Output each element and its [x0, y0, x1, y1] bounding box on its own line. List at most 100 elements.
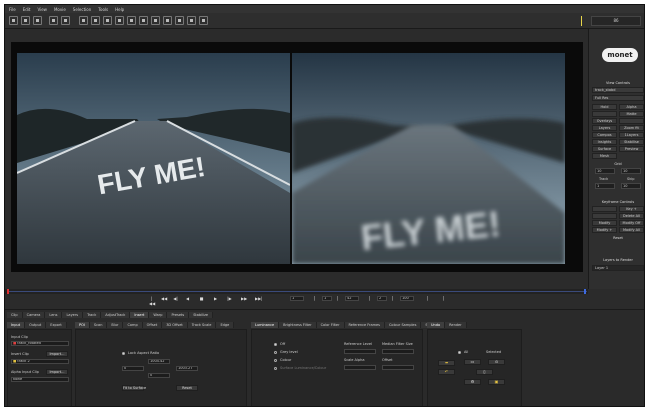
view-zoom-fit-button[interactable]: Zoom fit — [619, 125, 644, 131]
delete-all-button[interactable]: Delete All — [619, 213, 644, 219]
tab-colour-samples[interactable]: Colour Samples — [384, 322, 422, 328]
view-surface-button[interactable]: Surface — [592, 146, 617, 152]
view-compos-button[interactable]: Compos — [592, 132, 617, 138]
pin-icon[interactable] — [163, 16, 172, 25]
skip-field[interactable]: 10 — [621, 183, 641, 189]
clip-select[interactable]: track_stabd — [592, 87, 644, 93]
rectangle-select-icon[interactable] — [139, 16, 148, 25]
stop-button[interactable]: ■ — [199, 296, 204, 301]
render-frame-icon[interactable]: ▭ — [464, 359, 481, 365]
fit-to-surface-button[interactable]: Fit to Surface — [122, 385, 146, 391]
end-frame-field[interactable]: 100 — [400, 296, 414, 301]
view-stabilise-button[interactable]: Stabilise — [619, 139, 644, 145]
pointer-icon[interactable] — [79, 16, 88, 25]
hand-icon[interactable] — [103, 16, 112, 25]
modify-button[interactable]: Modify — [592, 220, 617, 226]
view-matte-button[interactable]: Matte — [619, 111, 644, 117]
go-to-start-button[interactable]: |◀◀ — [149, 296, 155, 306]
undo-icon[interactable] — [49, 16, 58, 25]
magic-wand-icon[interactable] — [187, 16, 196, 25]
start-frame-field[interactable]: 1 — [290, 296, 304, 301]
view-alpha-button[interactable]: Alpha — [619, 104, 644, 110]
fast-forward-button[interactable]: ▶▶ — [241, 296, 247, 301]
render-all-radio[interactable] — [458, 351, 461, 354]
tab-luminance[interactable]: Luminance — [251, 322, 280, 328]
set-in2-button[interactable]: [ — [367, 296, 372, 301]
render-save-icon[interactable]: ▣ — [488, 379, 505, 385]
insert-clip-select[interactable]: ■ track 2 — [11, 359, 69, 364]
menu-view[interactable]: View — [37, 7, 47, 12]
view-overlays-button[interactable]: Overlays — [592, 118, 617, 124]
zoom-icon[interactable] — [115, 16, 124, 25]
radio-surface-luminance[interactable] — [274, 367, 277, 370]
layer-list-item[interactable]: Layer 1 — [592, 265, 644, 271]
menu-selection[interactable]: Selection — [73, 7, 91, 12]
view-channels-button[interactable] — [592, 111, 617, 117]
y-field[interactable]: 0 — [148, 373, 170, 378]
set-in-button[interactable]: [ — [312, 296, 317, 301]
open-folder-icon[interactable] — [21, 16, 30, 25]
frame-number-box[interactable]: 86 — [591, 16, 641, 26]
grid-y-field[interactable]: 10 — [621, 168, 641, 174]
in-frame-field[interactable]: 1 — [322, 296, 332, 301]
resolution-select[interactable]: Full Res — [592, 95, 644, 101]
tab-camera[interactable]: Camera — [22, 312, 46, 318]
set-out2-button[interactable]: ] — [390, 296, 395, 301]
input-clip-select[interactable]: ■ track_rotated — [11, 341, 69, 346]
render-forward-icon[interactable]: ➠ — [438, 360, 455, 366]
out-frame-field[interactable]: 2 — [377, 296, 387, 301]
tab-reference-frames[interactable]: Reference Frames — [344, 322, 385, 328]
lock-aspect-checkbox[interactable] — [122, 352, 125, 355]
tab-color-filter[interactable]: Color Filter — [316, 322, 345, 328]
modify-plus-button[interactable]: Modify + — [592, 227, 617, 233]
tab-comp[interactable]: Comp — [123, 322, 143, 328]
current-frame-field[interactable]: 42 — [345, 296, 359, 301]
source-frame[interactable]: FLY ME! — [17, 53, 290, 264]
tab-input[interactable]: Input — [7, 322, 26, 328]
grid-x-field[interactable]: 10 — [595, 168, 615, 174]
tab-scan[interactable]: Scan — [89, 322, 108, 328]
view-preview-button[interactable]: Preview — [619, 146, 644, 152]
save-icon[interactable] — [33, 16, 42, 25]
timeline-track[interactable] — [9, 291, 587, 292]
loop-in-icon[interactable]: [ — [425, 296, 430, 301]
brush-icon[interactable] — [175, 16, 184, 25]
tab-blur[interactable]: Blur — [107, 322, 124, 328]
render-range-icon[interactable]: ▯ — [476, 369, 493, 375]
render-settings-icon[interactable]: ⚙ — [464, 379, 481, 385]
key-add-button[interactable]: Key + — [619, 206, 644, 212]
set-out-button[interactable]: ] — [335, 296, 340, 301]
offset-field[interactable] — [382, 365, 414, 370]
result-frame[interactable]: FLY ME! — [292, 53, 565, 264]
view-layers-button[interactable]: Layers — [592, 125, 617, 131]
tab-stabilize[interactable]: Stabilize — [189, 312, 214, 318]
play-backward-button[interactable]: ◀ — [185, 296, 190, 301]
reset-button[interactable]: Reset — [176, 385, 198, 391]
rewind-button[interactable]: ◀◀ — [161, 296, 167, 301]
radio-grey-level[interactable] — [274, 351, 277, 354]
tab-track-scale[interactable]: Track Scale — [187, 322, 217, 328]
reference-level-field[interactable] — [344, 349, 376, 354]
render-back-icon[interactable]: ↶ — [438, 369, 455, 375]
tab-offset[interactable]: Offset — [142, 322, 163, 328]
step-back-button[interactable]: ◀| — [173, 296, 178, 301]
polygon-select-icon[interactable] — [151, 16, 160, 25]
loop-out-icon[interactable]: ] — [441, 296, 446, 301]
viewer-area[interactable]: FLY ME! FLY ME! — [11, 42, 583, 272]
tab-edge[interactable]: Edge — [216, 322, 235, 328]
go-to-end-button[interactable]: ▶▶| — [255, 296, 263, 301]
tab-layers[interactable]: Layers — [62, 312, 84, 318]
transform-icon[interactable] — [91, 16, 100, 25]
tab-insert[interactable]: Insert — [130, 312, 150, 318]
view-mesh-button[interactable]: Mesh — [592, 153, 617, 159]
tab-presets[interactable]: Presets — [167, 312, 190, 318]
tab-3d-offset[interactable]: 3D Offset — [162, 322, 188, 328]
x-field[interactable]: 0 — [122, 366, 144, 371]
import-alpha-button[interactable]: Import... — [46, 369, 68, 375]
radio-colour[interactable] — [274, 359, 277, 362]
tab-lens[interactable]: Lens — [45, 312, 63, 318]
tab-brightness-filter[interactable]: Brightness Filter — [279, 322, 317, 328]
modify-all-button[interactable]: Modify All — [619, 227, 644, 233]
menu-movie[interactable]: Movie — [54, 7, 66, 12]
render-sequence-icon[interactable]: ⊙ — [488, 359, 505, 365]
